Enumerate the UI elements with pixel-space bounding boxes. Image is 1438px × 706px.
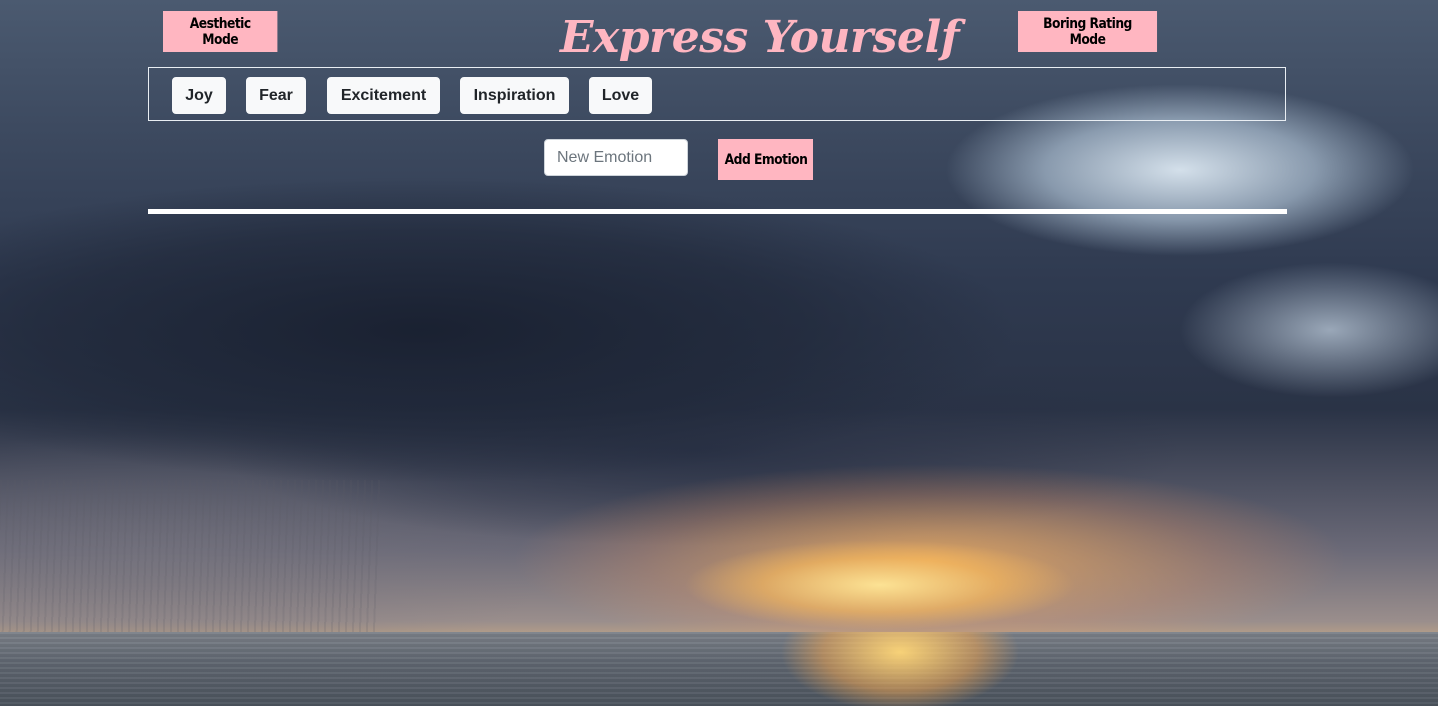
background-rain: [0, 480, 380, 640]
aesthetic-mode-button[interactable]: Aesthetic Mode: [163, 11, 278, 52]
emotion-button-joy[interactable]: Joy: [172, 77, 226, 114]
background-ocean: [0, 632, 1438, 706]
emotion-button-love[interactable]: Love: [589, 77, 652, 114]
emotion-button-inspiration[interactable]: Inspiration: [460, 77, 569, 114]
emotion-button-fear[interactable]: Fear: [246, 77, 306, 114]
add-emotion-label: Add Emotion: [724, 151, 807, 168]
section-divider: [148, 209, 1287, 214]
aesthetic-mode-label: Aesthetic Mode: [189, 15, 251, 48]
boring-rating-mode-label: Boring Rating Mode: [1043, 15, 1132, 48]
new-emotion-input[interactable]: [544, 139, 688, 176]
add-emotion-button[interactable]: Add Emotion: [718, 139, 813, 180]
emotion-button-bar: Joy Fear Excitement Inspiration Love: [148, 67, 1286, 121]
app-page: Aesthetic Mode Express Yourself Boring R…: [0, 0, 1438, 706]
emotion-button-excitement[interactable]: Excitement: [327, 77, 440, 114]
boring-rating-mode-button[interactable]: Boring Rating Mode: [1018, 11, 1158, 52]
page-title: Express Yourself: [560, 12, 960, 63]
